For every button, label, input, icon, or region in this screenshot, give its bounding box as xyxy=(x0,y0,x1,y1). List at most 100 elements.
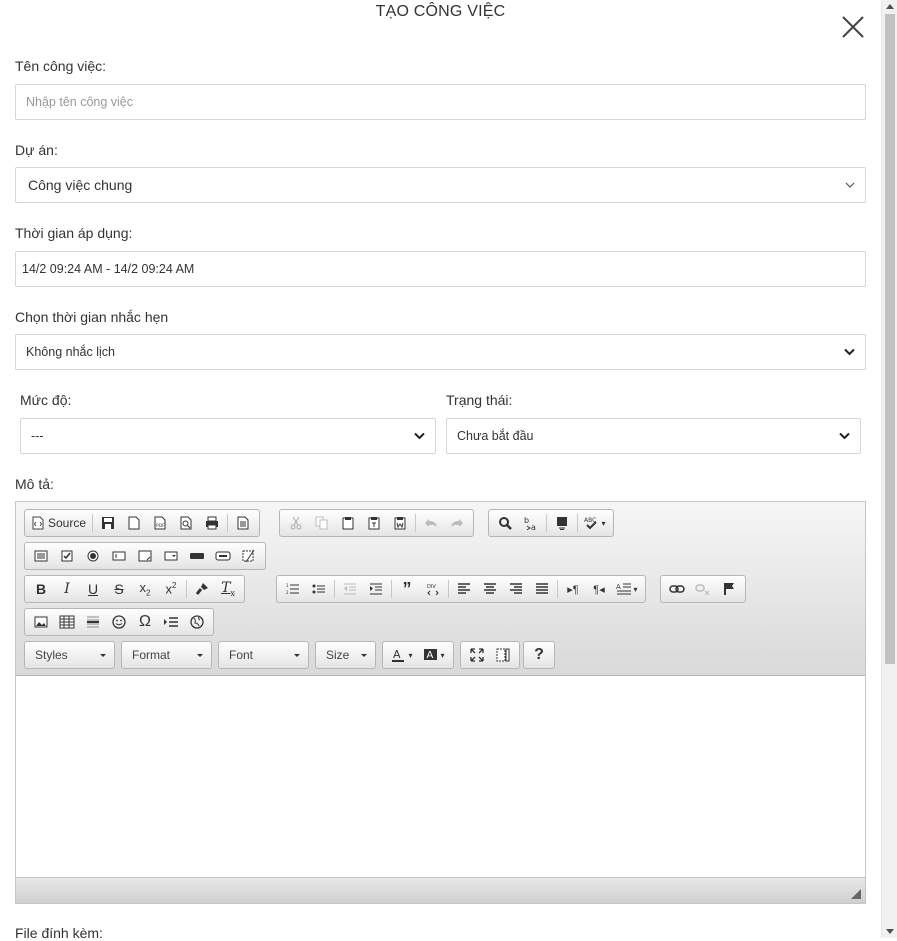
svg-text:PDF: PDF xyxy=(156,523,165,529)
paste-word-button[interactable] xyxy=(387,511,413,535)
form-button[interactable] xyxy=(28,544,54,568)
reminder-value: Không nhắc lịch xyxy=(26,345,115,359)
unlink-icon xyxy=(695,584,710,595)
scroll-thumb[interactable] xyxy=(885,14,895,664)
replace-button[interactable]: ba xyxy=(518,511,544,535)
paste-button[interactable] xyxy=(335,511,361,535)
save-button[interactable] xyxy=(95,511,121,535)
bulleted-list-button[interactable] xyxy=(306,577,332,601)
help-button[interactable]: ? xyxy=(526,643,552,667)
svg-text:DIV: DIV xyxy=(427,584,436,590)
priority-select[interactable]: --- xyxy=(20,418,436,454)
horizontal-rule-button[interactable] xyxy=(80,610,106,634)
preview-icon xyxy=(180,516,192,530)
status-label: Trạng thái: xyxy=(446,392,513,408)
scroll-up-icon[interactable] xyxy=(886,4,894,9)
new-page-button[interactable] xyxy=(121,511,147,535)
format-combo[interactable]: Format xyxy=(121,641,212,669)
show-blocks-button[interactable] xyxy=(490,643,516,667)
redo-button[interactable] xyxy=(444,511,470,535)
task-name-input[interactable]: Nhập tên công việc xyxy=(15,84,866,120)
textarea-button[interactable] xyxy=(132,544,158,568)
select-field-button[interactable] xyxy=(158,544,184,568)
copy-button[interactable] xyxy=(309,511,335,535)
reminder-label: Chọn thời gian nhắc hẹn xyxy=(15,309,169,325)
time-label: Thời gian áp dụng: xyxy=(15,225,133,241)
blockquote-icon: ” xyxy=(402,579,412,599)
outdent-button[interactable] xyxy=(337,577,363,601)
language-button[interactable]: A ▾ xyxy=(612,577,642,601)
editor-content-area[interactable] xyxy=(16,677,865,878)
unlink-button[interactable] xyxy=(690,577,716,601)
scrollbar[interactable] xyxy=(881,0,897,938)
maximize-button[interactable] xyxy=(464,643,490,667)
time-range-input[interactable]: 14/2 09:24 AM - 14/2 09:24 AM xyxy=(15,251,866,287)
radio-button[interactable] xyxy=(80,544,106,568)
hidden-field-button[interactable] xyxy=(236,544,262,568)
editor-status-bar xyxy=(16,877,865,903)
modal-title: TẠO CÔNG VIỆC xyxy=(375,3,506,20)
rtl-button[interactable]: ¶◂ xyxy=(586,577,612,601)
iframe-button[interactable] xyxy=(184,610,210,634)
underline-button[interactable]: U xyxy=(80,577,106,601)
button-field-button[interactable] xyxy=(184,544,210,568)
link-button[interactable] xyxy=(664,577,690,601)
blockquote-button[interactable]: ” xyxy=(394,577,420,601)
scroll-down-icon[interactable] xyxy=(886,929,894,934)
image-button-field-button[interactable] xyxy=(210,544,236,568)
paste-text-button[interactable] xyxy=(361,511,387,535)
subscript-button[interactable]: x2 xyxy=(132,577,158,601)
smiley-button[interactable] xyxy=(106,610,132,634)
bold-button[interactable]: B xyxy=(28,577,54,601)
styles-combo[interactable]: Styles xyxy=(24,641,115,669)
image-button[interactable] xyxy=(28,610,54,634)
copy-format-button[interactable] xyxy=(189,577,215,601)
priority-value: --- xyxy=(31,429,44,443)
copy-icon xyxy=(315,516,328,530)
project-select[interactable]: Công việc chung xyxy=(15,167,866,203)
preview-button[interactable] xyxy=(173,511,199,535)
cut-button[interactable] xyxy=(283,511,309,535)
bg-color-button[interactable]: A ▾ xyxy=(418,643,450,667)
select-all-button[interactable] xyxy=(549,511,575,535)
italic-button[interactable]: I xyxy=(54,577,80,601)
outdent-icon xyxy=(344,583,356,595)
print-icon xyxy=(206,516,219,530)
text-field-button[interactable] xyxy=(106,544,132,568)
omega-icon: Ω xyxy=(139,613,151,630)
toolbar-group-basicstyles: B I U S x2 x2 Tx xyxy=(24,575,245,603)
print-button[interactable] xyxy=(199,511,225,535)
font-combo[interactable]: Font xyxy=(218,641,309,669)
ltr-button[interactable]: ▸¶ xyxy=(560,577,586,601)
spellcheck-button[interactable]: ABC ▾ xyxy=(580,511,610,535)
size-combo[interactable]: Size xyxy=(315,641,376,669)
export-pdf-button[interactable]: PDF xyxy=(147,511,173,535)
status-select[interactable]: Chưa bắt đầu xyxy=(446,418,861,454)
table-icon xyxy=(59,615,75,629)
strike-button[interactable]: S xyxy=(106,577,132,601)
create-div-button[interactable]: DIV xyxy=(420,577,446,601)
styles-label: Styles xyxy=(35,648,68,662)
reminder-select[interactable]: Không nhắc lịch xyxy=(15,334,866,370)
undo-button[interactable] xyxy=(418,511,444,535)
page-break-button[interactable] xyxy=(158,610,184,634)
close-button[interactable] xyxy=(838,12,868,42)
checkbox-button[interactable] xyxy=(54,544,80,568)
align-right-button[interactable] xyxy=(503,577,529,601)
project-value: Công việc chung xyxy=(28,177,133,193)
superscript-button[interactable]: x2 xyxy=(158,577,184,601)
templates-button[interactable] xyxy=(230,511,256,535)
source-button[interactable]: Source xyxy=(28,511,90,535)
text-color-button[interactable]: A ▾ xyxy=(386,643,418,667)
align-center-button[interactable] xyxy=(477,577,503,601)
anchor-button[interactable] xyxy=(716,577,742,601)
special-char-button[interactable]: Ω xyxy=(132,610,158,634)
numbered-list-button[interactable]: 12 xyxy=(280,577,306,601)
table-button[interactable] xyxy=(54,610,80,634)
find-button[interactable] xyxy=(492,511,518,535)
align-left-button[interactable] xyxy=(451,577,477,601)
resize-grip-icon[interactable] xyxy=(851,889,861,899)
remove-format-button[interactable]: Tx xyxy=(215,577,241,601)
indent-button[interactable] xyxy=(363,577,389,601)
justify-button[interactable] xyxy=(529,577,555,601)
